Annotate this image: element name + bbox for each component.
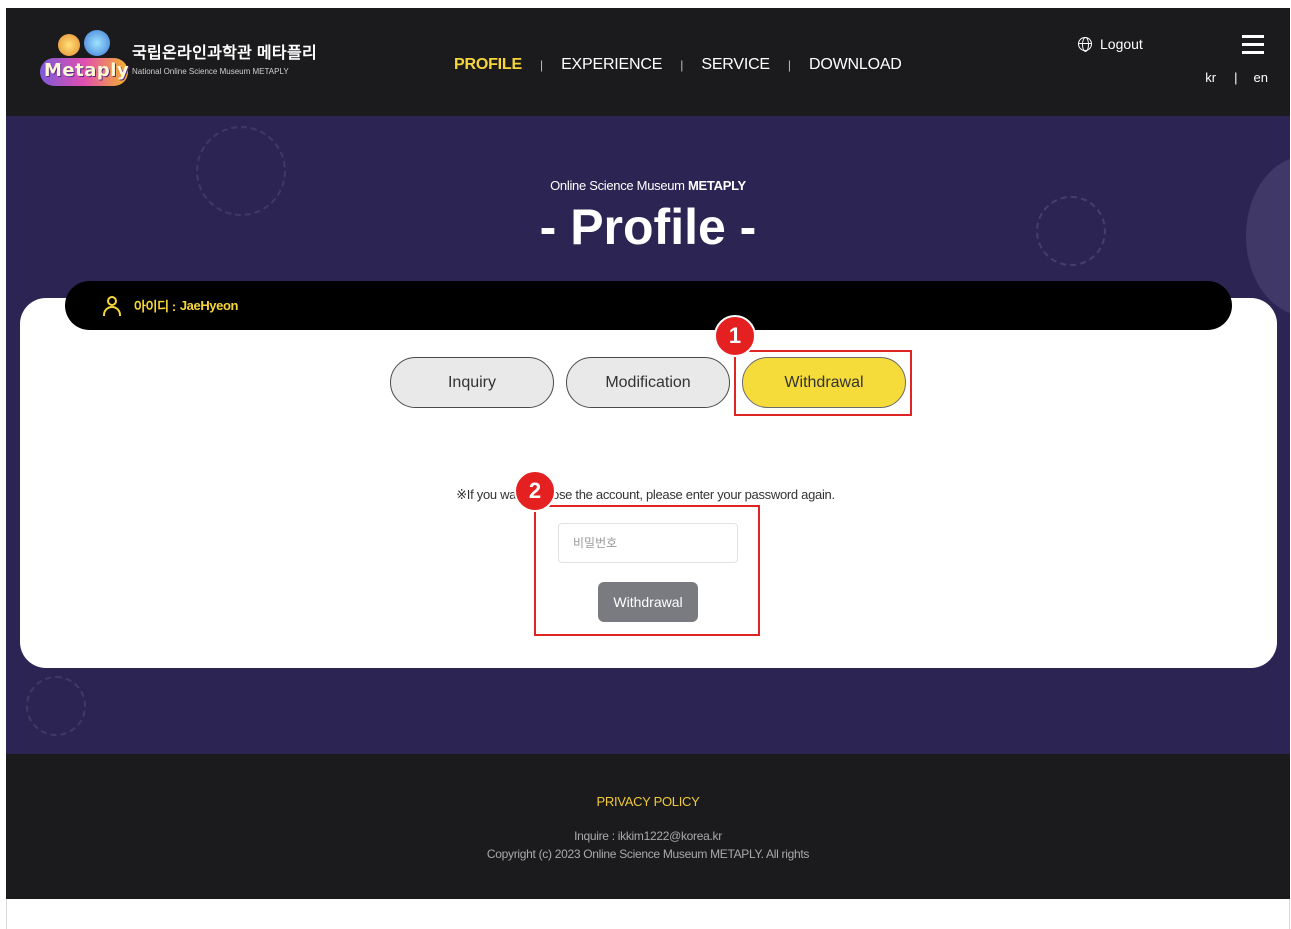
site-footer: PRIVACY POLICY Inquire : ikkim1222@korea… — [6, 754, 1290, 899]
lang-kr[interactable]: kr — [1205, 70, 1216, 85]
background-decoration — [26, 676, 86, 736]
logo-text: 국립온라인과학관 메타플리 National Online Science Mu… — [132, 39, 317, 76]
logout-label: Logout — [1100, 36, 1143, 52]
globe-icon — [1078, 37, 1092, 52]
highlight-box — [534, 505, 760, 636]
user-id-label: 아이디 : — [134, 299, 176, 314]
logo-word: Metaply — [44, 60, 130, 81]
withdrawal-notice: ※If you want to close the account, pleas… — [456, 487, 835, 502]
step-marker-1: 1 — [714, 315, 756, 357]
footer-inquire: Inquire : ikkim1222@korea.kr — [574, 829, 722, 843]
header-utilities: Logout kr | en — [1068, 32, 1268, 92]
nav-separator: | — [680, 58, 684, 72]
privacy-policy-link[interactable]: PRIVACY POLICY — [6, 794, 1290, 809]
logo-title-en: National Online Science Museum METAPLY — [132, 66, 289, 76]
nav-separator: | — [787, 58, 792, 72]
hero-subtitle-text: Online Science Museum — [550, 178, 689, 193]
logo-title-kr: 국립온라인과학관 메타플리 — [132, 44, 317, 62]
footer-copyright: Copyright (c) 2023 Online Science Museum… — [486, 847, 810, 861]
lang-separator: | — [1234, 70, 1238, 85]
logout-link[interactable]: Logout — [1078, 36, 1143, 52]
nav-service[interactable]: SERVICE — [701, 56, 770, 74]
main-nav: PROFILE | EXPERIENCE | SERVICE | DOWNLOA… — [454, 56, 902, 74]
language-switcher: kr | en — [1205, 70, 1268, 85]
tab-modification[interactable]: Modification — [566, 357, 730, 408]
page-title: - Profile - — [539, 199, 757, 255]
nav-separator: | — [539, 58, 544, 72]
nav-download[interactable]: DOWNLOAD — [809, 56, 902, 74]
site-header: Metaply 국립온라인과학관 메타플리 National Online Sc… — [6, 8, 1290, 116]
site-logo[interactable]: Metaply 국립온라인과학관 메타플리 National Online Sc… — [38, 30, 317, 88]
planet-icon — [84, 30, 110, 56]
user-id-value: JaeHyeon — [179, 298, 239, 313]
nav-experience[interactable]: EXPERIENCE — [561, 56, 662, 74]
hero-subtitle-brand: METAPLY — [688, 178, 746, 193]
nav-profile[interactable]: PROFILE — [454, 56, 522, 74]
user-id-bar: 아이디 : JaeHyeon — [65, 281, 1232, 330]
hero-subtitle: Online Science Museum METAPLY — [6, 178, 1290, 193]
tab-inquiry[interactable]: Inquiry — [390, 357, 554, 408]
highlight-box — [734, 350, 912, 416]
step-marker-2: 2 — [514, 470, 556, 512]
menu-icon[interactable] — [1242, 34, 1264, 56]
lang-en[interactable]: en — [1254, 70, 1268, 85]
planet-icon — [58, 34, 80, 56]
user-icon — [103, 295, 121, 316]
metaply-logo-icon: Metaply — [38, 30, 130, 88]
